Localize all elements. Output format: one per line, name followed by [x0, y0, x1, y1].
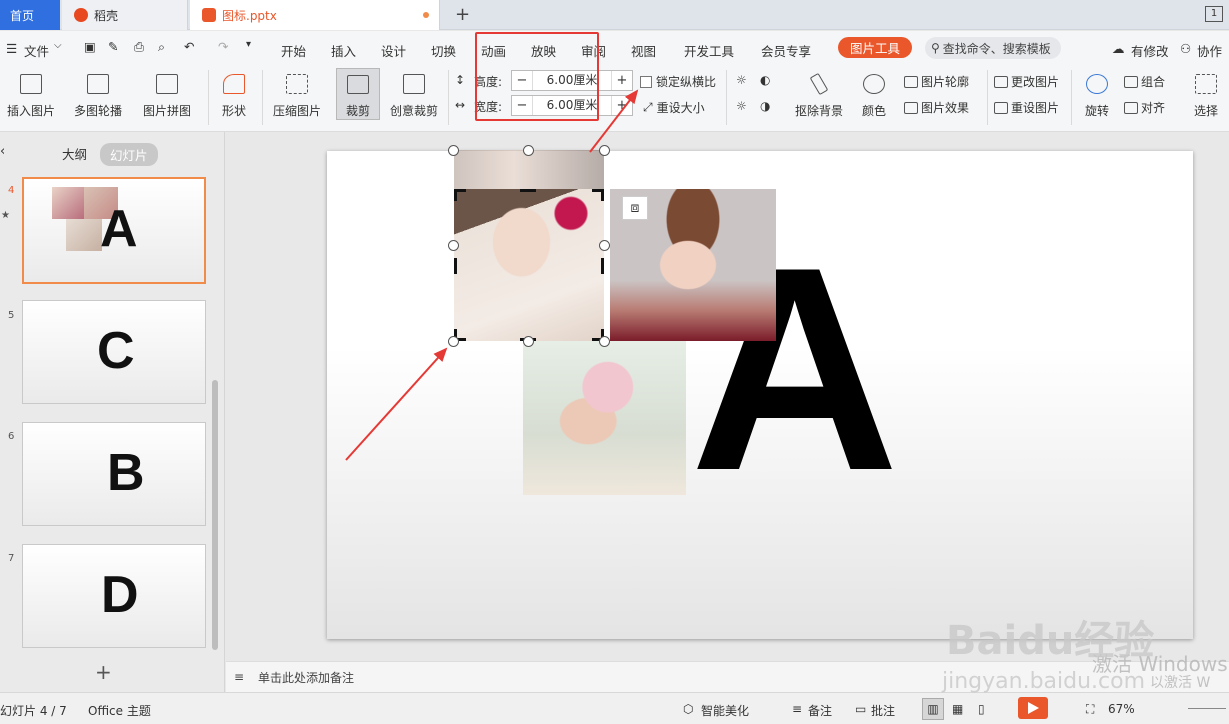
play-icon	[1028, 702, 1039, 714]
beautify-icon: ⬡	[683, 702, 694, 716]
notes-toggle-button[interactable]: 备注	[808, 702, 832, 719]
annotation-arrow-lock	[589, 89, 639, 153]
annotation-arrow-crop	[345, 347, 448, 461]
notes-placeholder: 单击此处添加备注	[258, 670, 355, 685]
play-slideshow-button[interactable]	[1018, 697, 1048, 719]
notes-toggle-icon: ≡	[792, 702, 803, 716]
zoom-slider[interactable]	[1188, 708, 1226, 709]
normal-view-icon[interactable]: ▥	[922, 698, 944, 720]
baidu-jingyan-logo: Baidu经验	[946, 618, 1155, 664]
slide-sorter-icon[interactable]: ▦	[952, 702, 963, 716]
smart-beautify-button[interactable]: 智能美化	[701, 702, 749, 719]
notes-icon: ≡	[234, 670, 245, 684]
comment-icon: ▭	[855, 702, 867, 716]
zoom-level[interactable]: 67%	[1108, 702, 1135, 716]
theme-name[interactable]: Office 主题	[88, 702, 151, 719]
reading-view-icon[interactable]: ▯	[978, 702, 985, 716]
fit-window-icon[interactable]: ⛶	[1086, 702, 1094, 717]
jingyan-url-watermark: jingyan.baidu.com	[942, 669, 1146, 694]
activate-windows-hint: 以激活 W	[1150, 675, 1211, 691]
slide-counter[interactable]: 幻灯片 4 / 7	[0, 702, 67, 719]
comments-button[interactable]: 批注	[871, 702, 895, 719]
